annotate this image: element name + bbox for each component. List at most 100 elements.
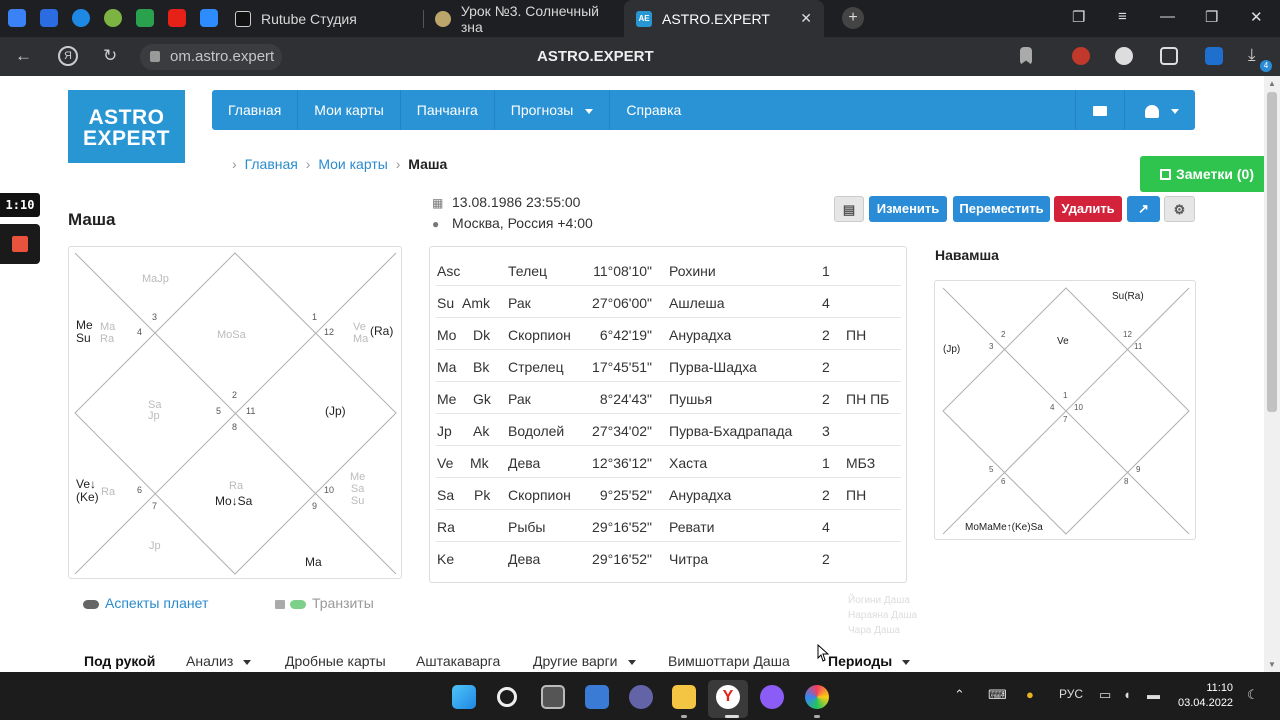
- aspects-toggle[interactable]: Аспекты планет: [83, 595, 208, 611]
- slack-icon[interactable]: [805, 685, 829, 709]
- subnav-divisional-charts[interactable]: Дробные карты: [285, 653, 386, 669]
- restore-icon[interactable]: ❐: [1205, 8, 1218, 26]
- table-row: Jp Ak Водолей 27°34'02" Пурва-Бхадрапада 3: [436, 414, 901, 446]
- breadcrumb: › Главная › Мои карты › Маша: [228, 156, 447, 172]
- map-marker-icon: ●: [432, 217, 440, 231]
- volume-icon[interactable]: ◖: [1123, 687, 1131, 702]
- subnav-analysis[interactable]: Анализ: [186, 653, 252, 669]
- astro-expert-logo[interactable]: ASTRO EXPERT: [68, 90, 185, 163]
- microphone-icon[interactable]: ●: [1026, 687, 1034, 702]
- subnav-periods[interactable]: Периоды: [828, 653, 911, 669]
- extension-3-icon[interactable]: [1160, 47, 1178, 65]
- taskbar-clock[interactable]: 11:10 03.04.2022: [1178, 681, 1233, 711]
- tab-astro-expert[interactable]: AE ASTRO.EXPERT ✕: [624, 0, 824, 37]
- settings-button[interactable]: ⚙: [1164, 196, 1195, 222]
- rasi-house-4-ghost-label: Ma Ra: [100, 321, 116, 345]
- extension-1-icon[interactable]: [1072, 47, 1090, 65]
- navamsha-chart-lines: [942, 287, 1190, 535]
- pinned-tab-calendar-icon[interactable]: [40, 9, 58, 27]
- close-window-icon[interactable]: ✕: [1250, 8, 1263, 26]
- windows-taskbar: Y ⌃ ⌨ ● РУС ▭ ◖ ▬ 11:10 03.04.2022 ☾: [0, 672, 1280, 720]
- close-tab-icon[interactable]: ✕: [800, 10, 812, 27]
- file-explorer-icon[interactable]: [672, 685, 696, 709]
- pinned-tab-youtube-icon[interactable]: [168, 9, 186, 27]
- nav-my-charts[interactable]: Мои карты: [298, 90, 401, 130]
- table-row: Ve Mk Дева 12°36'12" Хаста 1 МБЗ: [436, 446, 901, 478]
- task-view-icon[interactable]: [541, 685, 565, 709]
- back-icon[interactable]: ←: [15, 46, 32, 66]
- stop-recording-button[interactable]: [0, 224, 40, 264]
- scrollbar-thumb[interactable]: [1267, 92, 1277, 412]
- page-scrollbar[interactable]: ▲ ▼: [1264, 76, 1280, 672]
- delete-button[interactable]: Удалить: [1054, 196, 1122, 222]
- subnav-at-hand[interactable]: Под рукой: [84, 653, 155, 669]
- tab-rutube[interactable]: Rutube Студия: [225, 0, 423, 37]
- show-hidden-icons-icon[interactable]: ⌃: [954, 687, 965, 703]
- pinned-tab-zoom-icon[interactable]: [200, 9, 218, 27]
- menu-icon[interactable]: ≡: [1118, 8, 1127, 25]
- night-light-icon[interactable]: ☾: [1247, 687, 1259, 703]
- pinned-tab-evernote-icon[interactable]: [104, 9, 122, 27]
- bookmark-icon[interactable]: [1020, 47, 1032, 65]
- printer-icon: ▤: [842, 202, 856, 217]
- downloads-icon[interactable]: ⤓: [1248, 45, 1256, 65]
- battery-icon[interactable]: ▬: [1147, 687, 1160, 702]
- extension-2-icon[interactable]: [1115, 47, 1133, 65]
- breadcrumb-home[interactable]: Главная: [245, 156, 298, 172]
- tab-collections-icon[interactable]: ❐: [1072, 8, 1085, 26]
- search-icon[interactable]: [497, 687, 517, 707]
- share-button[interactable]: ↗: [1127, 196, 1160, 222]
- keyboard-icon[interactable]: ⌨: [988, 687, 1007, 703]
- rasi-chart: MaJp Me Su Ma Ra MoSa Ve Ma (Ra) Sa Jp (…: [68, 246, 402, 579]
- pinned-tab-sheets-icon[interactable]: [136, 9, 154, 27]
- user-icon: [1145, 104, 1159, 118]
- page-content: ASTRO EXPERT Главная Мои карты Панчанга …: [0, 76, 1264, 672]
- yandex-icon[interactable]: Я: [58, 46, 78, 66]
- scroll-up-icon[interactable]: ▲: [1268, 79, 1276, 88]
- edit-button[interactable]: Изменить: [869, 196, 947, 222]
- yandex-browser-icon[interactable]: Y: [716, 685, 740, 709]
- subnav-vimshottari-dasha[interactable]: Вимшоттари Даша: [668, 653, 790, 669]
- nav-mail[interactable]: [1075, 90, 1124, 130]
- breadcrumb-separator: ›: [305, 156, 311, 172]
- stop-icon: [12, 236, 28, 252]
- alice-assistant-icon[interactable]: [760, 685, 784, 709]
- print-button[interactable]: ▤: [834, 196, 864, 222]
- navamsha-house-3-planets: (Jp): [943, 344, 961, 355]
- rasi-house-7-ghost-label: Ra: [101, 486, 116, 498]
- new-tab-button[interactable]: +: [842, 7, 864, 29]
- nav-help[interactable]: Справка: [610, 90, 697, 130]
- subnav-ashtakavarga[interactable]: Аштакаварга: [416, 653, 500, 669]
- notes-button[interactable]: Заметки (0): [1140, 156, 1264, 192]
- breadcrumb-my-charts[interactable]: Мои карты: [318, 156, 388, 172]
- pinned-tab-edge-icon[interactable]: [72, 9, 90, 27]
- navamsha-house-number: 3: [989, 342, 994, 351]
- move-button[interactable]: Переместить: [953, 196, 1050, 222]
- nav-home[interactable]: Главная: [212, 90, 299, 130]
- start-windows-icon[interactable]: [452, 685, 476, 709]
- rasi-house-number: 2: [232, 390, 238, 400]
- url-field[interactable]: om.astro.expert: [140, 44, 283, 70]
- teams-chat-icon[interactable]: [629, 685, 653, 709]
- calendar-icon: ▦: [432, 196, 444, 210]
- notes-icon: [1160, 169, 1171, 180]
- minimize-icon[interactable]: —: [1160, 8, 1175, 25]
- nav-panchanga[interactable]: Панчанга: [401, 90, 495, 130]
- scroll-down-icon[interactable]: ▼: [1268, 660, 1276, 669]
- downloads-badge: 4: [1260, 60, 1272, 72]
- chevron-down-icon: [902, 659, 911, 665]
- extension-4-icon[interactable]: [1205, 47, 1223, 65]
- transits-toggle[interactable]: Транзиты: [275, 595, 374, 611]
- reload-icon[interactable]: ↻: [103, 46, 117, 66]
- network-icon[interactable]: ▭: [1099, 687, 1111, 703]
- subnav-other-vargas[interactable]: Другие варги: [533, 653, 636, 669]
- nav-user-menu[interactable]: [1124, 90, 1195, 130]
- menu-item: Нараяна Даша: [848, 610, 918, 621]
- tab-lesson[interactable]: Урок №3. Солнечный зна: [425, 0, 623, 37]
- table-row: Ma Bk Стрелец 17°45'51" Пурва-Шадха 2: [436, 350, 901, 382]
- pinned-tab-messages-icon[interactable]: [8, 9, 26, 27]
- input-language[interactable]: РУС: [1059, 687, 1083, 701]
- nav-forecasts[interactable]: Прогнозы: [495, 90, 611, 130]
- navamsha-house-number: 5: [989, 465, 994, 474]
- widgets-icon[interactable]: [585, 685, 609, 709]
